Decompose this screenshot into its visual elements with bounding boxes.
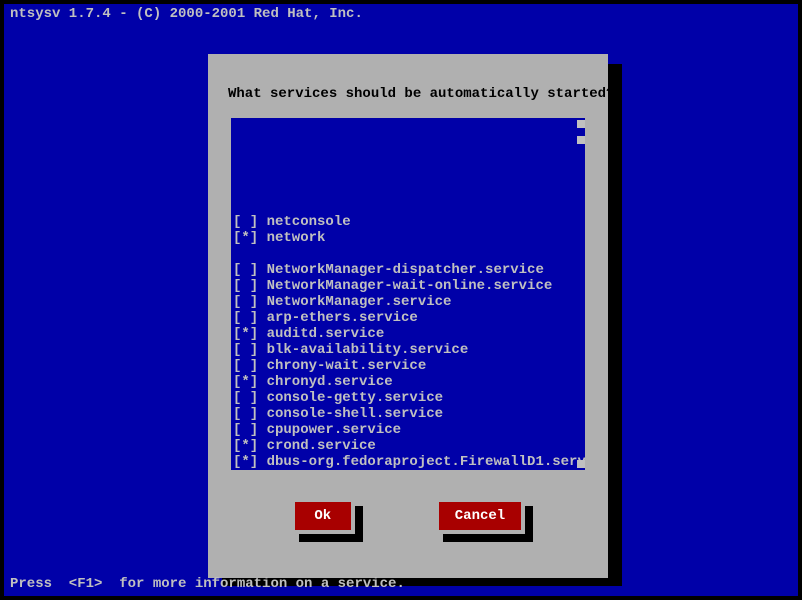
dialog-title: What services should be automatically st…: [228, 86, 588, 102]
list-item[interactable]: [*] network: [231, 230, 585, 246]
list-item[interactable]: [ ] console-getty.service: [231, 390, 585, 406]
scroll-up-icon[interactable]: [577, 120, 585, 128]
ok-button[interactable]: Ok: [291, 498, 355, 534]
list-item[interactable]: [231, 198, 585, 214]
list-item[interactable]: [ ] console-shell.service: [231, 406, 585, 422]
list-item[interactable]: [ ] NetworkManager-dispatcher.service: [231, 262, 585, 278]
list-item[interactable]: [ ] netconsole: [231, 214, 585, 230]
list-item[interactable]: [ ] cpupower.service: [231, 422, 585, 438]
titlebar: ntsysv 1.7.4 - (C) 2000-2001 Red Hat, In…: [4, 4, 798, 24]
list-item[interactable]: [*] chronyd.service: [231, 374, 585, 390]
list-item[interactable]: [ ] NetworkManager.service: [231, 294, 585, 310]
list-item[interactable]: [ ] arp-ethers.service: [231, 310, 585, 326]
service-dialog: What services should be automatically st…: [208, 54, 608, 578]
list-item[interactable]: [231, 246, 585, 262]
list-item[interactable]: [ ] NetworkManager-wait-online.service: [231, 278, 585, 294]
scroll-down-icon[interactable]: [577, 460, 585, 468]
cancel-button[interactable]: Cancel: [435, 498, 525, 534]
scroll-thumb[interactable]: [577, 136, 585, 144]
help-bar: Press <F1> for more information on a ser…: [10, 576, 405, 592]
service-list[interactable]: [ ] netconsole[*] network [ ] NetworkMan…: [231, 118, 585, 470]
list-item[interactable]: [*] dbus-org.fedoraproject.FirewallD1.se…: [231, 454, 585, 470]
list-item[interactable]: [ ] chrony-wait.service: [231, 358, 585, 374]
list-item[interactable]: [*] auditd.service: [231, 326, 585, 342]
list-item[interactable]: [ ] blk-availability.service: [231, 342, 585, 358]
list-item[interactable]: [*] crond.service: [231, 438, 585, 454]
